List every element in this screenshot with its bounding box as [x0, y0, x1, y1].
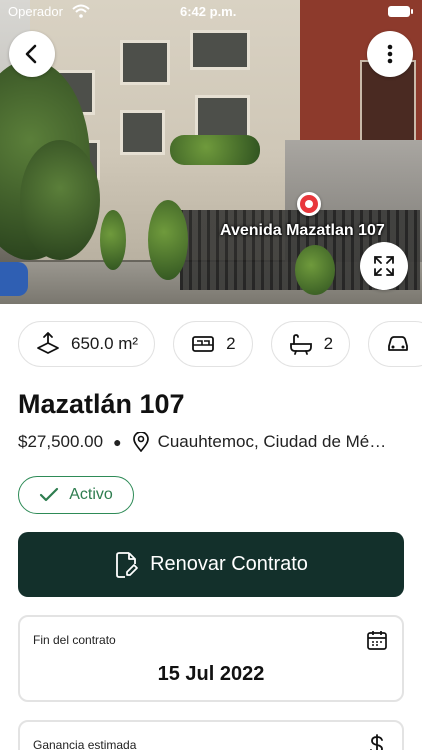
photo-plant	[148, 200, 188, 280]
property-price: $27,500.00	[18, 432, 104, 451]
estimated-gain-label: Ganancia estimada	[33, 738, 137, 750]
photo-plant	[100, 210, 126, 270]
expand-icon	[374, 256, 394, 276]
photo-car	[0, 262, 28, 296]
map-pin-icon	[132, 432, 149, 452]
contract-end-label: Fin del contrato	[33, 633, 116, 647]
photo-plant	[170, 135, 260, 165]
bedrooms-chip: 2	[173, 321, 253, 367]
street-label: Avenida Mazatlan 107	[220, 222, 385, 239]
bathrooms-value: 2	[323, 334, 334, 353]
photo-window	[120, 110, 165, 155]
carrier-label: Operador	[8, 4, 63, 19]
wifi-icon	[72, 4, 90, 18]
separator-dot: ●	[113, 434, 122, 450]
area-value: 650.0 m²	[71, 334, 139, 353]
renew-contract-button[interactable]: Renovar Contrato	[18, 532, 404, 597]
estimated-gain-card: Ganancia estimada	[18, 720, 404, 750]
photo-plant	[295, 245, 335, 295]
location-info: Cuauhtemoc, Ciudad de México	[132, 432, 388, 452]
check-icon	[40, 487, 59, 502]
property-title: Mazatlán 107	[18, 389, 185, 419]
battery-icon	[388, 6, 413, 17]
photo-window	[190, 30, 250, 70]
property-photo	[0, 0, 422, 304]
contract-end-value: 15 Jul 2022	[157, 663, 265, 685]
property-location: Cuauhtemoc, Ciudad de México	[157, 432, 388, 451]
status-bar: Operador 6:42 p.m.	[0, 0, 422, 24]
contract-end-card: Fin del contrato 15 Jul 2022	[18, 615, 404, 702]
dollar-icon	[370, 734, 383, 750]
document-edit-icon	[116, 551, 138, 578]
chevron-left-icon	[25, 44, 37, 64]
status-label: Activo	[69, 486, 113, 503]
photo-window	[120, 40, 170, 85]
bathrooms-chip: 2	[270, 321, 351, 367]
calendar-icon	[367, 631, 387, 650]
bed-icon	[192, 336, 214, 352]
clock: 6:42 p.m.	[180, 4, 237, 19]
renew-contract-label: Renovar Contrato	[150, 553, 308, 575]
photo-window	[195, 95, 250, 140]
features-row: 650.0 m² 2 2	[18, 321, 422, 369]
photo-tree	[20, 140, 100, 260]
bedrooms-value: 2	[226, 334, 236, 353]
area-icon	[37, 332, 59, 354]
back-button[interactable]	[9, 31, 55, 77]
area-chip: 650.0 m²	[18, 321, 156, 367]
parking-chip	[368, 321, 422, 367]
status-badge: Activo	[18, 476, 134, 514]
more-vertical-icon	[387, 44, 393, 64]
price-location-row: $27,500.00 ● Cuauhtemoc, Ciudad de Méxic…	[18, 432, 408, 452]
car-icon	[388, 336, 408, 351]
bathtub-icon	[289, 334, 312, 355]
expand-button[interactable]	[360, 242, 408, 290]
more-options-button[interactable]	[367, 31, 413, 77]
location-pin-icon	[297, 192, 321, 216]
